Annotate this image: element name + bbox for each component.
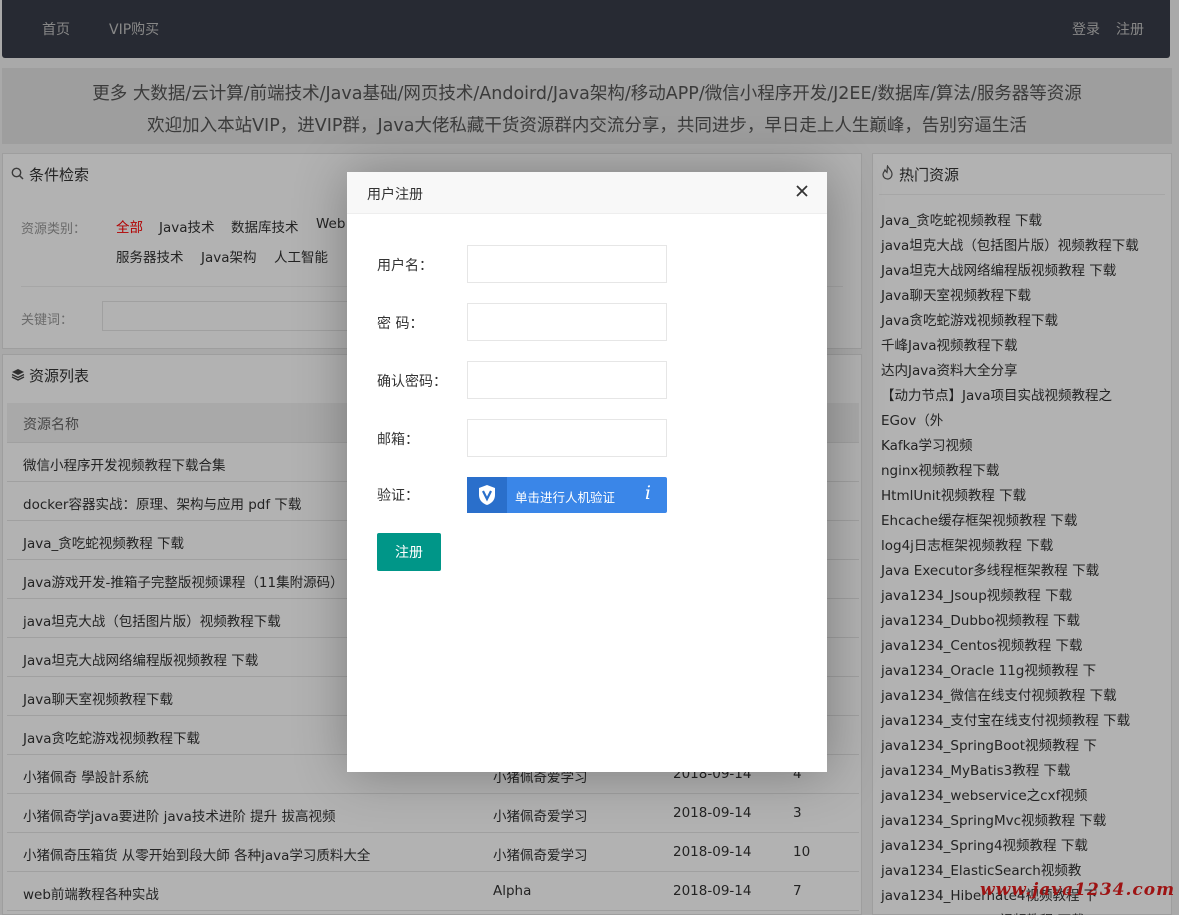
username-input[interactable] <box>467 245 667 283</box>
captcha-button[interactable]: 单击进行人机验证 i <box>467 477 667 513</box>
register-submit-button[interactable]: 注册 <box>377 533 441 571</box>
shield-icon <box>467 477 507 513</box>
password-input[interactable] <box>467 303 667 341</box>
email-label: 邮箱： <box>377 432 419 448</box>
info-icon[interactable]: i <box>645 482 651 504</box>
modal-title: 用户注册 <box>367 187 423 203</box>
password-row: 密 码： <box>377 303 797 341</box>
password-label: 密 码： <box>377 316 424 332</box>
register-modal: 用户注册 用户名： 密 码： 确认密码： 邮箱： 验证： 单击进行人机验证 i … <box>347 172 827 772</box>
email-row: 邮箱： <box>377 419 797 457</box>
confirm-password-label: 确认密码： <box>377 374 447 390</box>
modal-header: 用户注册 <box>347 172 827 214</box>
captcha-text: 单击进行人机验证 <box>515 490 616 505</box>
confirm-password-input[interactable] <box>467 361 667 399</box>
username-label: 用户名： <box>377 258 433 274</box>
email-input[interactable] <box>467 419 667 457</box>
username-row: 用户名： <box>377 245 797 283</box>
close-icon[interactable] <box>793 182 811 200</box>
verify-label: 验证： <box>377 488 419 504</box>
confirm-password-row: 确认密码： <box>377 361 797 399</box>
